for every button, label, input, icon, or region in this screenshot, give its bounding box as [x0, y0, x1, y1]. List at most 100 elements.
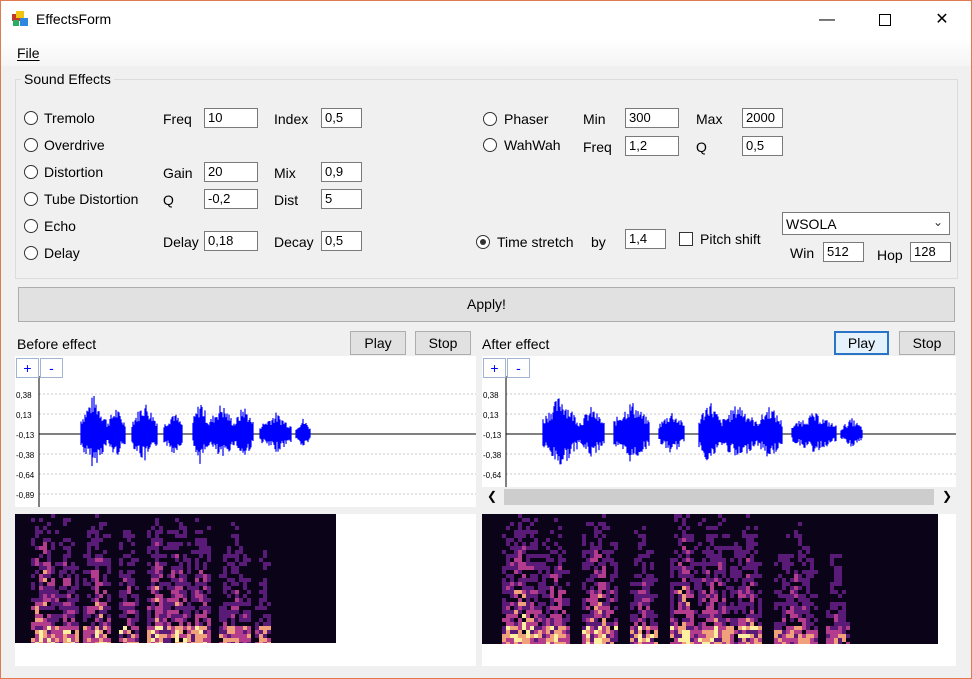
wah-freq-field[interactable]: 1,2 — [625, 136, 679, 156]
minimize-button[interactable]: — — [798, 1, 856, 38]
after-waveform — [505, 376, 956, 487]
delay-field[interactable]: 0,18 — [204, 231, 258, 251]
before-tick-1: 0,13 — [16, 411, 32, 420]
before-play-button[interactable]: Play — [350, 331, 406, 355]
label-index: Index — [274, 111, 309, 127]
win-field[interactable]: 512 — [823, 242, 864, 262]
mix-field[interactable]: 0,9 — [321, 162, 362, 182]
min-field[interactable]: 300 — [625, 108, 679, 128]
title-bar: EffectsForm — ✕ — [1, 1, 971, 38]
label-time-stretch[interactable]: Time stretch — [497, 234, 574, 250]
label-max: Max — [696, 111, 723, 127]
radio-wahwah[interactable] — [483, 138, 497, 152]
label-freq: Freq — [163, 111, 192, 127]
label-tube-distortion[interactable]: Tube Distortion — [44, 191, 138, 207]
label-wah-q: Q — [696, 139, 707, 155]
close-button[interactable]: ✕ — [913, 1, 971, 38]
after-tick-4: -0,64 — [483, 471, 502, 480]
before-tick-5: -0,89 — [16, 491, 35, 500]
label-q: Q — [163, 192, 174, 208]
after-play-button[interactable]: Play — [834, 331, 889, 355]
before-waveform-panel[interactable]: + - 0,38 0,13 -0,13 -0,38 -0,64 -0,89 — [15, 356, 476, 507]
label-gain: Gain — [163, 165, 193, 181]
before-spectrogram-panel — [15, 514, 476, 666]
label-dist: Dist — [274, 192, 299, 208]
window-title: EffectsForm — [36, 11, 112, 27]
freq-field[interactable]: 10 — [204, 108, 258, 128]
label-overdrive[interactable]: Overdrive — [44, 137, 105, 153]
maximize-icon — [879, 13, 891, 26]
label-min: Min — [583, 111, 606, 127]
radio-tube-distortion[interactable] — [24, 192, 38, 206]
after-waveform-panel[interactable]: + - 0,38 0,13 -0,13 -0,38 -0,64 — [482, 356, 956, 487]
label-wah-freq: Freq — [583, 139, 612, 155]
label-phaser[interactable]: Phaser — [504, 111, 548, 127]
after-effect-label: After effect — [482, 336, 550, 352]
radio-overdrive[interactable] — [24, 138, 38, 152]
after-spectrogram-panel — [482, 514, 956, 666]
after-spectrogram — [482, 514, 938, 644]
radio-time-stretch[interactable] — [476, 235, 490, 249]
label-decay: Decay — [274, 234, 314, 250]
after-tick-2: -0,13 — [483, 431, 502, 440]
label-mix: Mix — [274, 165, 296, 181]
decay-field[interactable]: 0,5 — [321, 231, 362, 251]
before-tick-0: 0,38 — [16, 391, 32, 400]
apply-button[interactable]: Apply! — [18, 287, 955, 322]
before-waveform — [38, 376, 476, 507]
main-window: EffectsForm — ✕ File Sound Effects Tremo… — [0, 0, 972, 679]
chevron-down-icon: ⌄ — [932, 215, 943, 229]
wah-q-field[interactable]: 0,5 — [742, 136, 783, 156]
scroll-right-icon[interactable]: ❯ — [942, 489, 952, 503]
before-stop-button[interactable]: Stop — [415, 331, 471, 355]
index-field[interactable]: 0,5 — [321, 108, 362, 128]
after-zoom-out-button[interactable]: - — [507, 358, 530, 378]
label-win: Win — [790, 245, 815, 261]
after-tick-0: 0,38 — [483, 391, 499, 400]
dist-field[interactable]: 5 — [321, 189, 362, 209]
sound-effects-group — [15, 79, 958, 279]
maximize-button[interactable] — [856, 1, 914, 38]
group-title: Sound Effects — [21, 71, 114, 87]
close-icon: ✕ — [935, 11, 949, 28]
label-tremolo[interactable]: Tremolo — [44, 110, 95, 126]
radio-tremolo[interactable] — [24, 111, 38, 125]
after-zoom-in-button[interactable]: + — [483, 358, 506, 378]
label-wahwah[interactable]: WahWah — [504, 137, 561, 153]
stretch-factor-field[interactable]: 1,4 — [625, 229, 666, 249]
app-icon — [12, 11, 28, 26]
after-stop-button[interactable]: Stop — [899, 331, 955, 355]
algorithm-value: WSOLA — [786, 216, 837, 232]
before-tick-2: -0,13 — [16, 431, 35, 440]
before-zoom-in-button[interactable]: + — [16, 358, 39, 378]
label-distortion[interactable]: Distortion — [44, 164, 103, 180]
radio-phaser[interactable] — [483, 112, 497, 126]
after-tick-3: -0,38 — [483, 451, 502, 460]
before-tick-3: -0,38 — [16, 451, 35, 460]
before-spectrogram — [15, 514, 336, 643]
before-effect-label: Before effect — [17, 336, 97, 352]
radio-distortion[interactable] — [24, 165, 38, 179]
after-waveform-scrollbar[interactable]: ❮ ❯ — [483, 487, 956, 507]
max-field[interactable]: 2000 — [742, 108, 783, 128]
radio-delay[interactable] — [24, 246, 38, 260]
algorithm-select[interactable]: WSOLA ⌄ — [782, 212, 950, 235]
pitch-shift-checkbox[interactable] — [679, 232, 693, 246]
hop-field[interactable]: 128 — [910, 242, 951, 262]
menu-file[interactable]: File — [17, 45, 40, 61]
label-echo[interactable]: Echo — [44, 218, 76, 234]
menu-bar: File — [1, 38, 971, 66]
minimize-icon: — — [819, 11, 835, 28]
scroll-left-icon[interactable]: ❮ — [487, 489, 497, 503]
gain-field[interactable]: 20 — [204, 162, 258, 182]
q-field[interactable]: -0,2 — [204, 189, 258, 209]
before-tick-4: -0,64 — [16, 471, 35, 480]
label-delay[interactable]: Delay — [44, 245, 80, 261]
label-hop: Hop — [877, 247, 903, 263]
radio-echo[interactable] — [24, 219, 38, 233]
after-tick-1: 0,13 — [483, 411, 499, 420]
label-by: by — [591, 234, 606, 250]
label-pitch-shift[interactable]: Pitch shift — [700, 231, 761, 247]
scrollbar-thumb[interactable] — [504, 489, 934, 505]
before-zoom-out-button[interactable]: - — [40, 358, 63, 378]
